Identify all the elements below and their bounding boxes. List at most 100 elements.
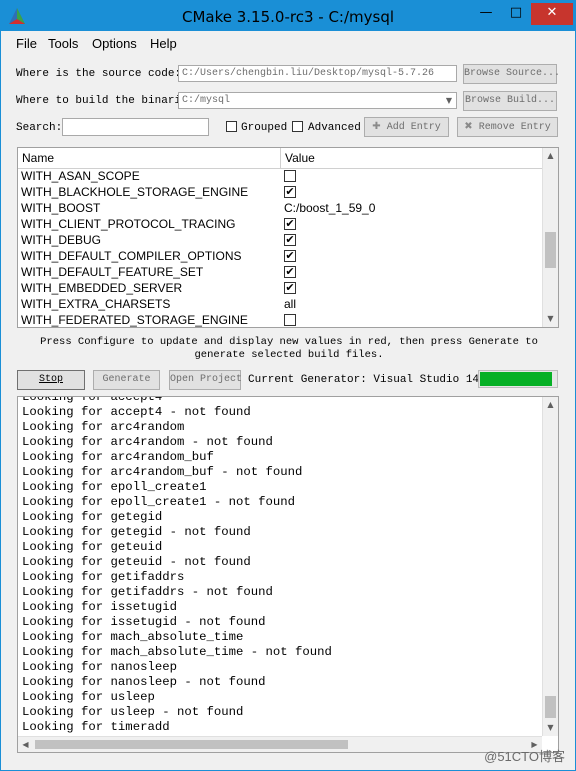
value-column-header[interactable]: Value (285, 151, 315, 165)
output-line: Looking for epoll_create1 - not found (22, 495, 296, 509)
row-value-checkbox[interactable] (284, 314, 296, 326)
table-row[interactable]: WITH_EMBEDDED_SERVER ✔ (18, 280, 542, 296)
row-value-checkbox[interactable]: ✔ (284, 186, 296, 198)
output-line: Looking for arc4random (22, 420, 185, 434)
scrollbar-thumb[interactable] (545, 696, 556, 718)
check-icon: ✔ (285, 185, 295, 198)
menu-file[interactable]: File (16, 36, 37, 51)
output-line: Looking for mach_absolute_time - not fou… (22, 645, 332, 659)
chevron-down-icon[interactable]: ▼ (446, 93, 452, 108)
menu-help[interactable]: Help (150, 36, 177, 51)
watermark-text: @51CTO博客 (484, 749, 565, 764)
row-name: WITH_DEFAULT_COMPILER_OPTIONS (21, 249, 242, 263)
remove-entry-button[interactable]: ✖ Remove Entry (457, 117, 558, 137)
output-line: Looking for arc4random - not found (22, 435, 273, 449)
advanced-label: Advanced (308, 122, 361, 134)
output-line: Looking for getifaddrs - not found (22, 585, 273, 599)
name-column-header[interactable]: Name (22, 151, 54, 165)
output-line: Looking for usleep (22, 690, 155, 704)
output-horizontal-scrollbar[interactable]: ◀ ▶ (18, 736, 542, 752)
browse-build-button[interactable]: Browse Build... (463, 91, 557, 111)
open-project-button[interactable]: Open Project (169, 370, 242, 390)
check-icon: ✔ (285, 249, 295, 262)
table-header: Name Value (18, 148, 542, 169)
row-value-checkbox[interactable]: ✔ (284, 218, 296, 230)
output-line: Looking for accept4 (22, 396, 163, 404)
progress-fill (480, 372, 553, 386)
output-line: Looking for mach_absolute_time (22, 630, 244, 644)
x-icon: ✖ (464, 121, 473, 132)
scroll-left-arrow-icon[interactable]: ◀ (18, 737, 33, 752)
output-line: Looking for geteuid (22, 540, 163, 554)
scroll-up-arrow-icon[interactable]: ▲ (543, 148, 558, 164)
search-input[interactable] (62, 118, 209, 136)
close-button[interactable]: ✕ (531, 3, 573, 25)
output-line: Looking for nanosleep (22, 660, 177, 674)
remove-entry-label: Remove Entry (478, 122, 551, 133)
output-line: Looking for getifaddrs (22, 570, 185, 584)
browse-source-button[interactable]: Browse Source... (463, 64, 560, 84)
table-row[interactable]: WITH_FEDERATED_STORAGE_ENGINE (18, 312, 542, 327)
grouped-checkbox[interactable] (226, 121, 237, 132)
check-icon: ✔ (285, 265, 295, 278)
output-line: Looking for nanosleep - not found (22, 675, 266, 689)
menu-options[interactable]: Options (92, 36, 137, 51)
output-line: Looking for arc4random_buf - not found (22, 465, 303, 479)
output-line: Looking for timeradd (22, 720, 170, 734)
output-line: Looking for geteuid - not found (22, 555, 251, 569)
maximize-button[interactable]: □ (501, 3, 531, 25)
cache-rows: WITH_ASAN_SCOPE WITH_BLACKHOLE_STORAGE_EN… (18, 168, 542, 327)
row-value[interactable]: all (284, 297, 296, 311)
output-lines: Looking for accept4 Looking for accept4 -… (22, 396, 542, 735)
row-value-checkbox[interactable]: ✔ (284, 266, 296, 278)
row-name: WITH_BLACKHOLE_STORAGE_ENGINE (21, 185, 249, 199)
row-value[interactable]: C:/boost_1_59_0 (284, 201, 375, 215)
output-vertical-scrollbar[interactable]: ▲ ▼ (542, 397, 558, 736)
search-label: Search: (16, 122, 63, 134)
add-entry-label: Add Entry (386, 122, 441, 133)
menu-tools[interactable]: Tools (48, 36, 78, 51)
progress-bar (478, 370, 558, 388)
output-line: Looking for epoll_create1 (22, 480, 207, 494)
table-row[interactable]: WITH_DEFAULT_COMPILER_OPTIONS ✔ (18, 248, 542, 264)
generate-button[interactable]: Generate (93, 370, 160, 390)
row-name: WITH_EXTRA_CHARSETS (21, 297, 171, 311)
scroll-down-arrow-icon[interactable]: ▼ (543, 311, 558, 327)
output-line: Looking for getegid (22, 510, 163, 524)
scroll-down-arrow-icon[interactable]: ▼ (543, 720, 558, 736)
row-value-checkbox[interactable]: ✔ (284, 282, 296, 294)
current-generator-label: Current Generator: Visual Studio 14 2015 (248, 374, 513, 386)
cache-vertical-scrollbar[interactable]: ▲ ▼ (542, 148, 558, 327)
scroll-up-arrow-icon[interactable]: ▲ (543, 397, 558, 413)
cmake-window: CMake 3.15.0-rc3 - C:/mysql — □ ✕ File T… (0, 0, 576, 771)
stop-button[interactable]: Stop (17, 370, 85, 390)
minimize-button[interactable]: — (471, 3, 501, 25)
table-row[interactable]: WITH_DEBUG ✔ (18, 232, 542, 248)
source-label: Where is the source code: (16, 68, 182, 80)
build-label: Where to build the binaries: (16, 95, 201, 107)
scrollbar-thumb[interactable] (545, 232, 556, 268)
advanced-checkbox[interactable] (292, 121, 303, 132)
output-line: Looking for getegid - not found (22, 525, 251, 539)
output-line: Looking for issetugid - not found (22, 615, 266, 629)
add-entry-button[interactable]: ✚ Add Entry (364, 117, 449, 137)
build-path-combobox[interactable]: C:/mysql ▼ (178, 92, 457, 109)
row-value-checkbox[interactable] (284, 170, 296, 182)
row-value-checkbox[interactable]: ✔ (284, 234, 296, 246)
build-path-value: C:/mysql (182, 95, 231, 106)
output-log[interactable]: Looking for accept4 Looking for accept4 -… (17, 396, 559, 753)
table-row[interactable]: WITH_BOOST C:/boost_1_59_0 (18, 200, 542, 216)
check-icon: ✔ (285, 281, 295, 294)
scrollbar-thumb[interactable] (35, 740, 348, 749)
source-path-field[interactable]: C:/Users/chengbin.liu/Desktop/mysql-5.7.… (178, 65, 457, 82)
table-row[interactable]: WITH_CLIENT_PROTOCOL_TRACING ✔ (18, 216, 542, 232)
table-row[interactable]: WITH_BLACKHOLE_STORAGE_ENGINE ✔ (18, 184, 542, 200)
title-bar[interactable]: CMake 3.15.0-rc3 - C:/mysql — □ ✕ (1, 1, 575, 31)
table-row[interactable]: WITH_EXTRA_CHARSETS all (18, 296, 542, 312)
cache-table[interactable]: Name Value WITH_ASAN_SCOPE WITH_BLACKHOLE… (17, 147, 559, 328)
output-line: Looking for accept4 - not found (22, 405, 251, 419)
stop-label: Stop (38, 374, 63, 385)
table-row[interactable]: WITH_DEFAULT_FEATURE_SET ✔ (18, 264, 542, 280)
table-row[interactable]: WITH_ASAN_SCOPE (18, 168, 542, 184)
row-value-checkbox[interactable]: ✔ (284, 250, 296, 262)
